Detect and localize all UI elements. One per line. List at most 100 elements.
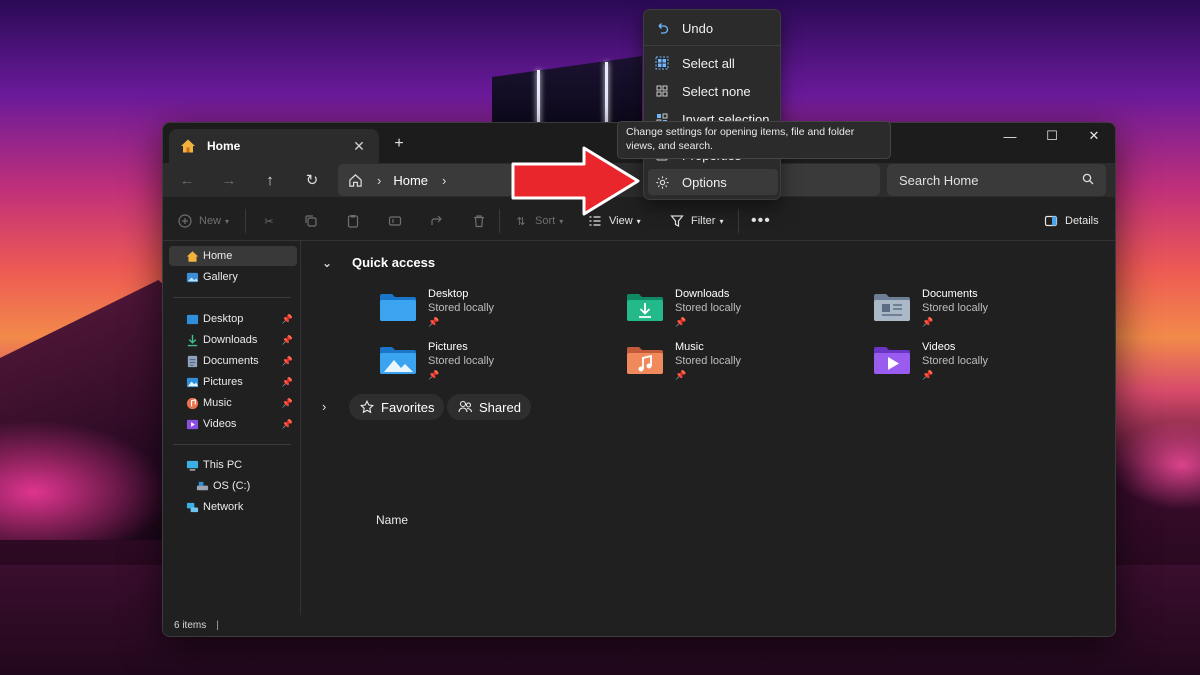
item-name: Pictures — [428, 341, 468, 353]
new-button[interactable]: New ▾ — [177, 209, 229, 233]
select-all-icon — [654, 55, 670, 71]
menu-item-select-all[interactable]: Select all — [648, 50, 778, 76]
videos-folder-icon — [872, 340, 912, 380]
search-input[interactable]: Search Home — [887, 164, 1106, 196]
more-options-button[interactable]: ••• — [751, 209, 771, 233]
paste-button[interactable] — [345, 209, 367, 233]
menu-item-undo[interactable]: Undo — [648, 15, 778, 41]
search-placeholder: Search Home — [899, 172, 979, 188]
address-segment-home[interactable]: Home — [393, 173, 428, 188]
minimize-button[interactable]: — — [989, 123, 1031, 149]
menu-item-options[interactable]: Options — [648, 169, 778, 195]
status-divider: | — [216, 620, 219, 631]
share-icon — [429, 213, 445, 229]
star-icon — [359, 399, 375, 415]
chevron-down-icon: ▾ — [719, 216, 724, 226]
sidebar-item-label: Pictures — [203, 376, 243, 388]
filter-button[interactable]: Filter ▾ — [669, 209, 723, 233]
maximize-button[interactable]: ☐ — [1031, 123, 1073, 149]
shared-chip[interactable]: Shared — [447, 394, 531, 420]
search-icon — [1082, 173, 1094, 188]
quick-access-downloads[interactable]: Downloads Stored locally 📌 — [625, 287, 855, 327]
item-name: Desktop — [428, 288, 469, 300]
new-tab-button[interactable]: + — [389, 135, 409, 153]
sidebar-item-label: Gallery — [203, 271, 238, 283]
sidebar-item-music[interactable]: Music 📌 — [169, 393, 297, 413]
sidebar-item-documents[interactable]: Documents 📌 — [169, 351, 297, 371]
menu-divider — [644, 45, 780, 46]
tab-home[interactable]: Home ✕ — [169, 129, 379, 163]
pin-icon: 📌 — [675, 370, 687, 380]
sidebar-item-label: Home — [203, 250, 233, 262]
item-status: Stored locally — [428, 302, 495, 314]
toolbar-divider — [245, 209, 246, 233]
close-tab-icon[interactable]: ✕ — [349, 138, 369, 155]
home-icon — [185, 249, 199, 263]
address-bar[interactable]: › Home › — [338, 164, 513, 196]
address-home-icon[interactable] — [348, 173, 363, 188]
chevron-right-icon[interactable]: › — [442, 173, 446, 188]
sidebar-item-gallery[interactable]: Gallery — [169, 267, 297, 287]
delete-button[interactable] — [471, 209, 493, 233]
sidebar-item-this-pc[interactable]: This PC — [169, 455, 297, 475]
menu-item-label: Select none — [682, 83, 751, 99]
gallery-icon — [185, 270, 199, 284]
wallpaper-light-line — [605, 62, 608, 126]
menu-item-label: Undo — [682, 20, 714, 36]
pin-icon: 📌 — [922, 317, 934, 327]
drive-icon — [195, 479, 209, 493]
menu-item-select-none[interactable]: Select none — [648, 78, 778, 104]
details-button[interactable]: Details — [1043, 209, 1099, 233]
quick-access-videos[interactable]: Videos Stored locally 📌 — [872, 340, 1102, 380]
share-button[interactable] — [429, 209, 451, 233]
wallpaper-glow — [1110, 420, 1200, 510]
sidebar-item-home[interactable]: Home — [169, 246, 297, 266]
sidebar-item-videos[interactable]: Videos 📌 — [169, 414, 297, 434]
pin-icon: 📌 — [281, 397, 293, 408]
desktop-icon — [185, 312, 199, 326]
item-status: Stored locally — [675, 302, 742, 314]
shared-label: Shared — [479, 399, 521, 415]
see-more-menu: Undo Select all Select none Invert selec… — [643, 9, 781, 200]
sidebar-item-label: Network — [203, 501, 244, 513]
address-bar-end[interactable] — [780, 164, 880, 196]
cut-button[interactable]: ✂ — [261, 209, 283, 233]
quick-access-desktop[interactable]: Desktop Stored locally 📌 — [378, 287, 608, 327]
rename-button[interactable] — [387, 209, 409, 233]
sidebar-item-label: Videos — [203, 418, 237, 430]
column-header-name[interactable]: Name — [376, 513, 408, 527]
section-title: Quick access — [352, 255, 436, 270]
options-tooltip: Change settings for opening items, file … — [617, 121, 891, 159]
sidebar-item-pictures[interactable]: Pictures 📌 — [169, 372, 297, 392]
close-window-button[interactable]: ✕ — [1073, 123, 1115, 149]
sidebar-item-downloads[interactable]: Downloads 📌 — [169, 330, 297, 350]
quick-access-music[interactable]: Music Stored locally 📌 — [625, 340, 855, 380]
pictures-icon — [185, 375, 199, 389]
copy-button[interactable] — [303, 209, 325, 233]
up-button[interactable]: ↑ — [256, 167, 284, 193]
item-name: Videos — [922, 341, 956, 353]
sidebar-item-label: Music — [203, 397, 232, 409]
chevron-right-icon[interactable]: › — [322, 399, 326, 414]
pin-icon: 📌 — [922, 370, 934, 380]
copy-icon — [303, 213, 319, 229]
quick-access-documents[interactable]: Documents Stored locally 📌 — [872, 287, 1102, 327]
favorites-chip[interactable]: Favorites — [349, 394, 445, 420]
pin-icon: 📌 — [281, 355, 293, 366]
more-icon: ••• — [751, 212, 771, 229]
music-icon — [185, 396, 199, 410]
quick-access-pictures[interactable]: Pictures Stored locally 📌 — [378, 340, 608, 380]
home-icon — [179, 137, 197, 155]
sidebar-item-os-drive[interactable]: OS (C:) — [169, 476, 297, 496]
gear-icon — [654, 174, 670, 190]
item-status: Stored locally — [675, 355, 742, 367]
back-button[interactable]: ← — [173, 167, 201, 193]
quick-access-header[interactable]: ⌄ Quick access — [322, 255, 435, 270]
sidebar-item-desktop[interactable]: Desktop 📌 — [169, 309, 297, 329]
annotation-arrow-icon — [511, 146, 640, 216]
refresh-button[interactable]: ↻ — [298, 167, 326, 193]
item-name: Music — [675, 341, 704, 353]
forward-button[interactable]: → — [215, 167, 243, 193]
filter-label: Filter — [691, 215, 716, 227]
sidebar-item-network[interactable]: Network — [169, 497, 297, 517]
